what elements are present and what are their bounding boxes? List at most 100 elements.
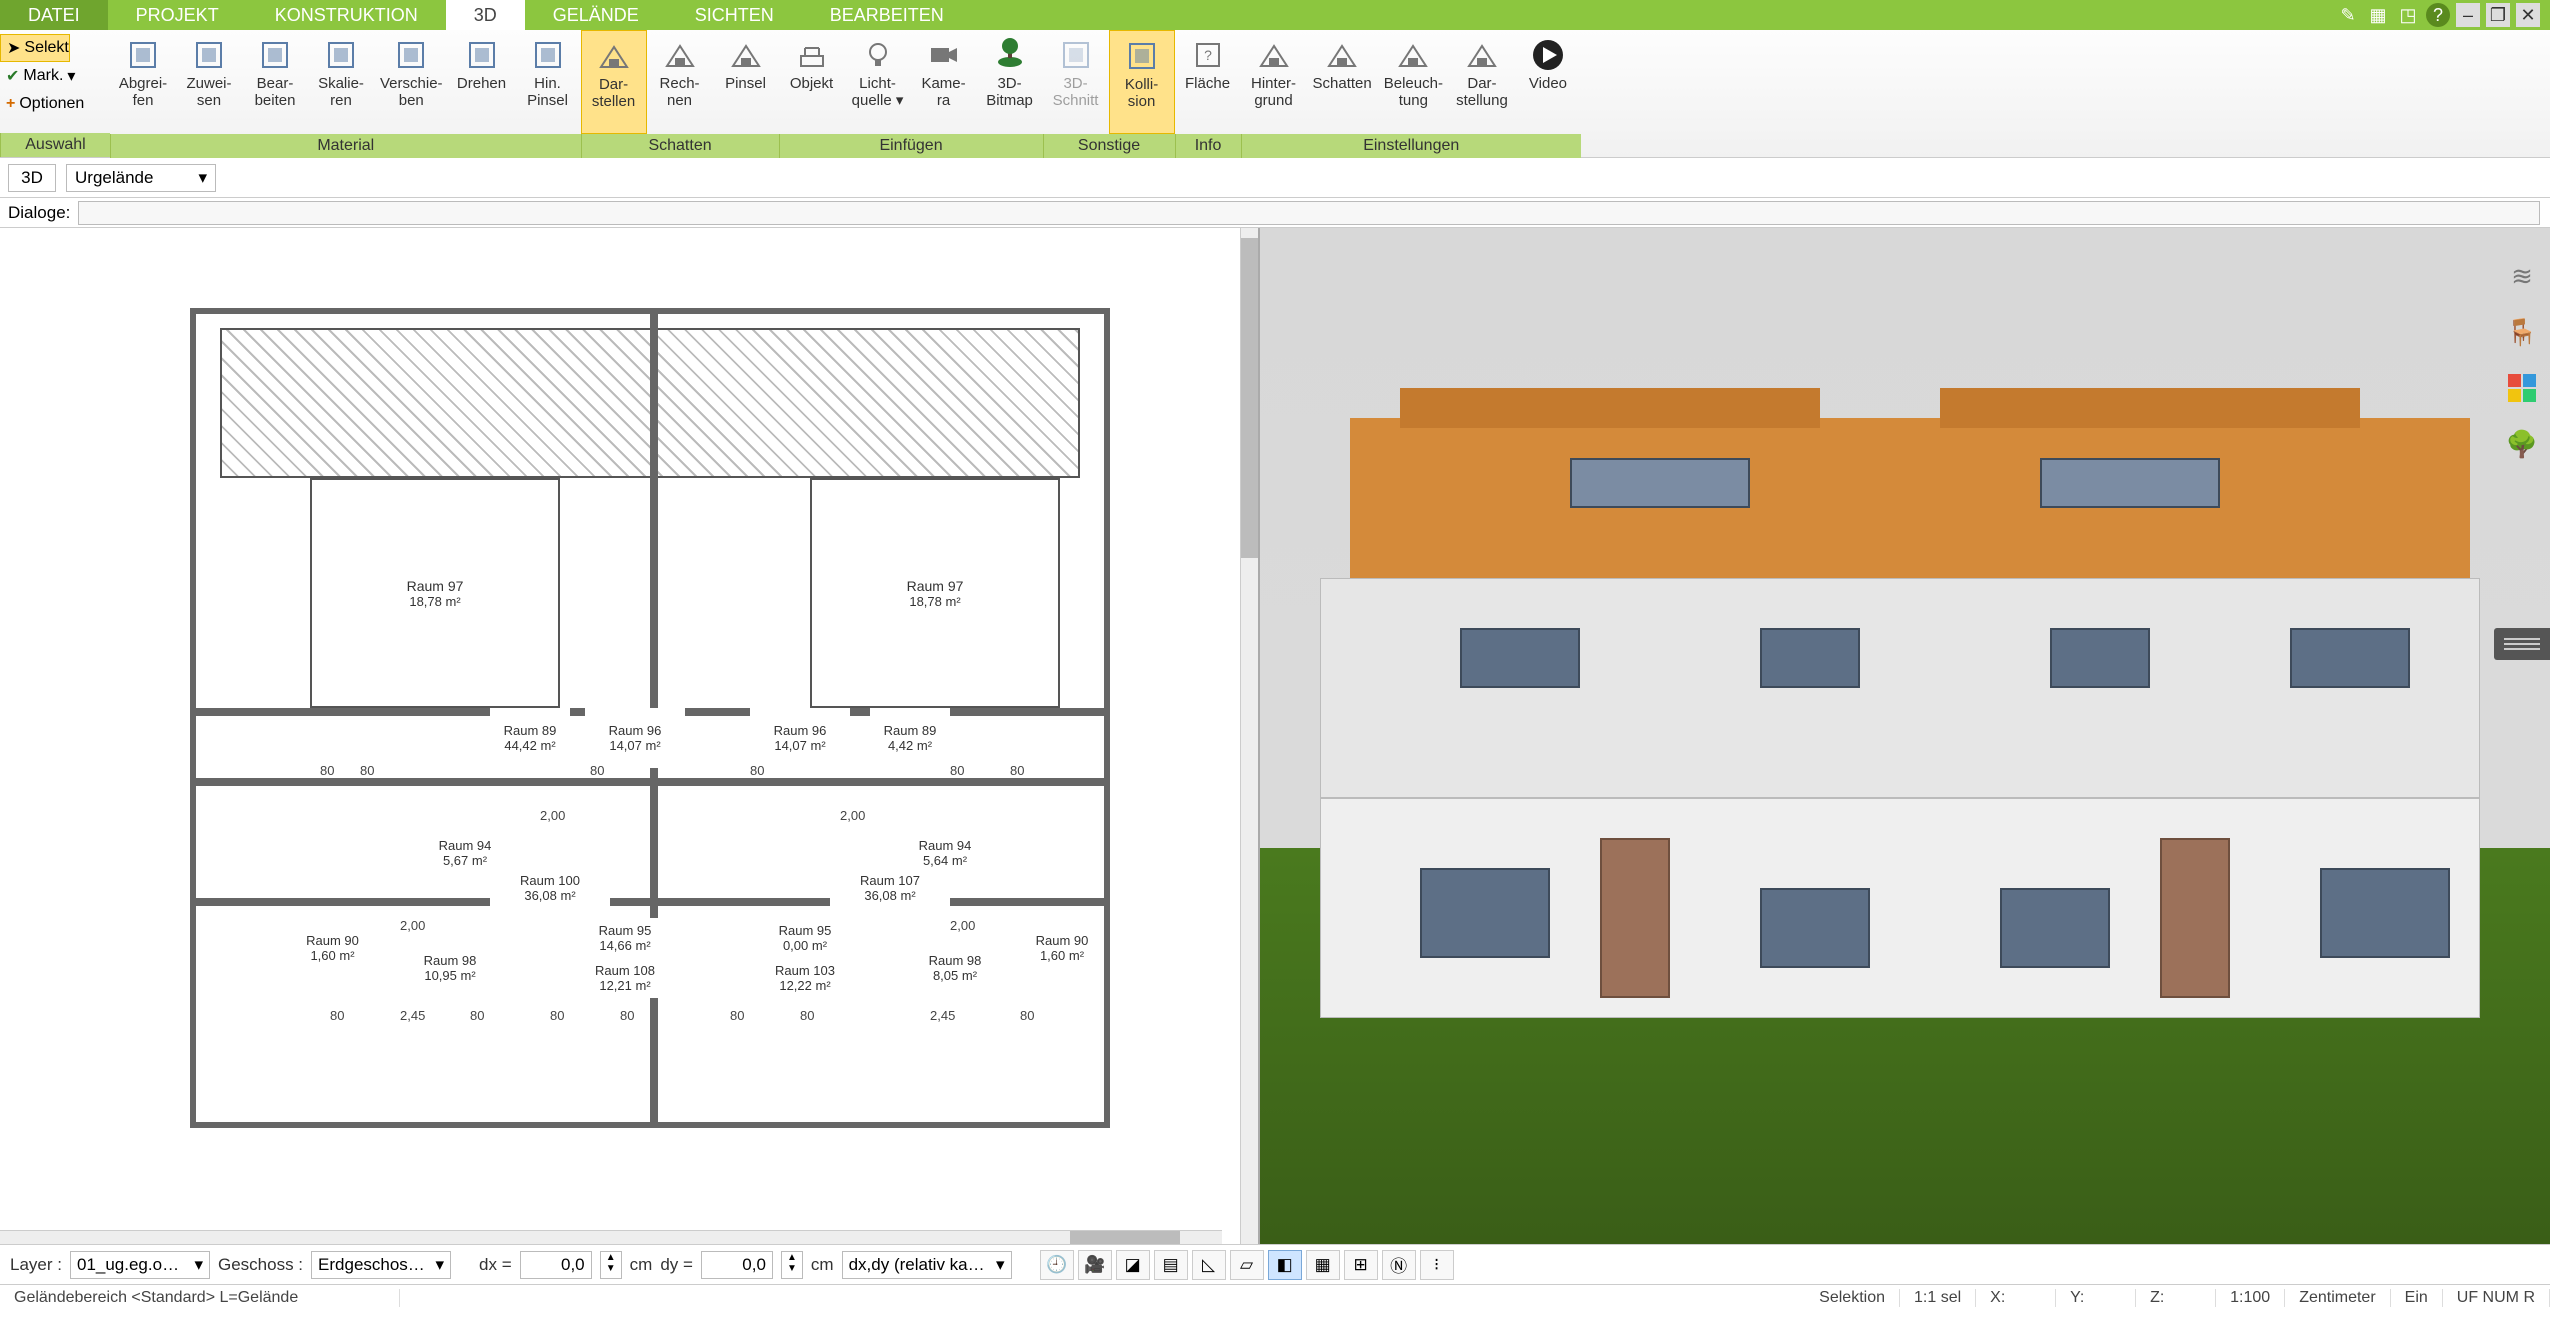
- dx-spinner[interactable]: ▲▼: [600, 1251, 622, 1279]
- material-bearbeiten-label: Bear- beiten: [255, 76, 296, 109]
- material-bearbeiten[interactable]: Bear- beiten: [242, 30, 308, 134]
- hidden-line-icon[interactable]: ◧: [1268, 1250, 1302, 1280]
- einfuegen-3d-bitmap[interactable]: 3D- Bitmap: [977, 30, 1043, 134]
- auswahl-optionen[interactable]: + Optionen: [0, 90, 84, 118]
- einst-schatten-icon: [1323, 36, 1361, 74]
- room-label: Raum 9514,66 m²: [550, 918, 700, 958]
- room-label: Raum 9810,95 m²: [390, 938, 510, 998]
- material-drehen[interactable]: Drehen: [449, 30, 515, 134]
- auswahl-mark[interactable]: ✔ Mark. ▾: [0, 62, 75, 90]
- right-toolbar: ≋ 🪑 🌳: [2494, 228, 2550, 462]
- toolbar-icon-3[interactable]: ◳: [2396, 3, 2420, 27]
- menu-tab-projekt[interactable]: PROJEKT: [108, 0, 247, 30]
- einfuegen-lichtquelle[interactable]: Licht- quelle ▾: [845, 30, 911, 134]
- dy-input[interactable]: 0,0: [701, 1251, 773, 1279]
- menu-tab-bearbeiten[interactable]: BEARBEITEN: [802, 0, 972, 30]
- status-context: Geländebereich <Standard> L=Gelände: [0, 1289, 400, 1307]
- auswahl-selekt[interactable]: ➤ Selekt: [0, 34, 70, 62]
- room-label: Raum 901,60 m²: [1022, 918, 1102, 978]
- menu-tab-konstruktion[interactable]: KONSTRUKTION: [247, 0, 446, 30]
- material-drehen-label: Drehen: [457, 76, 506, 93]
- einfuegen-objekt[interactable]: Objekt: [779, 30, 845, 134]
- floorplan-vscroll[interactable]: [1240, 228, 1258, 1244]
- window-close[interactable]: ✕: [2516, 3, 2540, 27]
- material-verschieben-label: Verschie- ben: [380, 76, 443, 109]
- schatten-darstellen[interactable]: Dar- stellen: [581, 30, 647, 134]
- 3d-view-pane[interactable]: [1258, 228, 2550, 1244]
- dimension-label: 80: [950, 763, 964, 778]
- furniture-icon[interactable]: 🪑: [2504, 314, 2540, 350]
- schatten-pinsel[interactable]: Pinsel: [713, 30, 779, 134]
- palette-icon[interactable]: [2504, 370, 2540, 406]
- floorplan-pane[interactable]: Raum 9718,78 m²Raum 9718,78 m²Raum 8944,…: [0, 228, 1240, 1244]
- window-restore[interactable]: ❐: [2486, 3, 2510, 27]
- einfuegen-objekt-icon: [793, 36, 831, 74]
- sonstige-kollision[interactable]: Kolli- sion: [1109, 30, 1175, 134]
- toolbar-icon-1[interactable]: ✎: [2336, 3, 2360, 27]
- status-numr: UF NUM R: [2443, 1289, 2550, 1307]
- menu-bar: DATEI PROJEKT KONSTRUKTION 3D GELÄNDE SI…: [0, 0, 2550, 30]
- mode-indicator[interactable]: 3D: [8, 164, 56, 192]
- status-z: Z:: [2136, 1289, 2216, 1307]
- terrain-combo[interactable]: Urgelände ▾: [66, 164, 216, 192]
- material-hin-pinsel-label: Hin. Pinsel: [527, 76, 568, 109]
- einfuegen-lichtquelle-icon: [859, 36, 897, 74]
- help-icon[interactable]: ?: [2426, 3, 2450, 27]
- dialog-well[interactable]: [78, 201, 2540, 225]
- group-title-material: Material: [110, 134, 581, 158]
- material-zuweisen-icon: [190, 36, 228, 74]
- einst-hintergrund[interactable]: Hinter- grund: [1241, 30, 1307, 134]
- chevron-down-icon: ▾: [194, 1255, 203, 1275]
- dx-value: 0,0: [561, 1255, 585, 1275]
- einst-video[interactable]: Video: [1515, 30, 1581, 134]
- layers-stack-icon[interactable]: ▤: [1154, 1250, 1188, 1280]
- dy-value: 0,0: [742, 1255, 766, 1275]
- info-flaeche-icon: ?: [1189, 36, 1227, 74]
- window-minimize[interactable]: –: [2456, 3, 2480, 27]
- grid-snap-icon[interactable]: ▦: [1306, 1250, 1340, 1280]
- floorplan-hscroll[interactable]: [0, 1230, 1222, 1244]
- north-icon[interactable]: Ⓝ: [1382, 1250, 1416, 1280]
- side-panel-handle[interactable]: [2494, 628, 2550, 660]
- dx-input[interactable]: 0,0: [520, 1251, 592, 1279]
- tree-icon[interactable]: 🌳: [2504, 426, 2540, 462]
- layer-combo[interactable]: 01_ug.eg.o… ▾: [70, 1251, 210, 1279]
- wireframe-icon[interactable]: ▱: [1230, 1250, 1264, 1280]
- toolbar-icon-2[interactable]: ▦: [2366, 3, 2390, 27]
- geschoss-combo[interactable]: Erdgeschos…▾: [311, 1251, 451, 1279]
- einfuegen-kamera[interactable]: Kame- ra: [911, 30, 977, 134]
- dimension-label: 80: [1020, 1008, 1034, 1023]
- schatten-pinsel-label: Pinsel: [725, 76, 766, 93]
- material-hin-pinsel-icon: [529, 36, 567, 74]
- material-skalieren[interactable]: Skalie- ren: [308, 30, 374, 134]
- menu-tab-gelaende[interactable]: GELÄNDE: [525, 0, 667, 30]
- more-icon[interactable]: ⁝: [1420, 1250, 1454, 1280]
- einst-schatten[interactable]: Schatten: [1307, 30, 1378, 134]
- menu-tab-datei[interactable]: DATEI: [0, 0, 108, 30]
- ribbon-group-material: Abgrei- fenZuwei- sen Bear- beiten Skalie-…: [110, 30, 581, 157]
- cube-shaded-icon[interactable]: ◪: [1116, 1250, 1150, 1280]
- material-hin-pinsel[interactable]: Hin. Pinsel: [515, 30, 581, 134]
- sonstige-3d-schnitt[interactable]: 3D- Schnitt: [1043, 30, 1109, 134]
- schatten-rechnen-icon: [661, 36, 699, 74]
- info-flaeche[interactable]: ?Fläche: [1175, 30, 1241, 134]
- layers-icon[interactable]: ≋: [2504, 258, 2540, 294]
- einst-darstellung[interactable]: Dar- stellung: [1449, 30, 1515, 134]
- einst-beleuchtung[interactable]: Beleuch- tung: [1378, 30, 1449, 134]
- surface-icon[interactable]: ◺: [1192, 1250, 1226, 1280]
- dx-unit: cm: [630, 1255, 653, 1275]
- layer-combo-value: 01_ug.eg.o…: [77, 1255, 179, 1275]
- coord-mode-combo[interactable]: dx,dy (relativ ka…▾: [842, 1251, 1012, 1279]
- menu-tab-3d[interactable]: 3D: [446, 0, 525, 30]
- material-verschieben[interactable]: Verschie- ben: [374, 30, 449, 134]
- menu-tab-sichten[interactable]: SICHTEN: [667, 0, 802, 30]
- dimension-label: 80: [620, 1008, 634, 1023]
- material-abgreifen[interactable]: Abgrei- fen: [110, 30, 176, 134]
- history-icon[interactable]: 🕘: [1040, 1250, 1074, 1280]
- schatten-rechnen[interactable]: Rech- nen: [647, 30, 713, 134]
- grid-dots-icon[interactable]: ⊞: [1344, 1250, 1378, 1280]
- material-zuweisen[interactable]: Zuwei- sen: [176, 30, 242, 134]
- sonstige-kollision-icon: [1123, 37, 1161, 75]
- camera-icon[interactable]: 🎥: [1078, 1250, 1112, 1280]
- dy-spinner[interactable]: ▲▼: [781, 1251, 803, 1279]
